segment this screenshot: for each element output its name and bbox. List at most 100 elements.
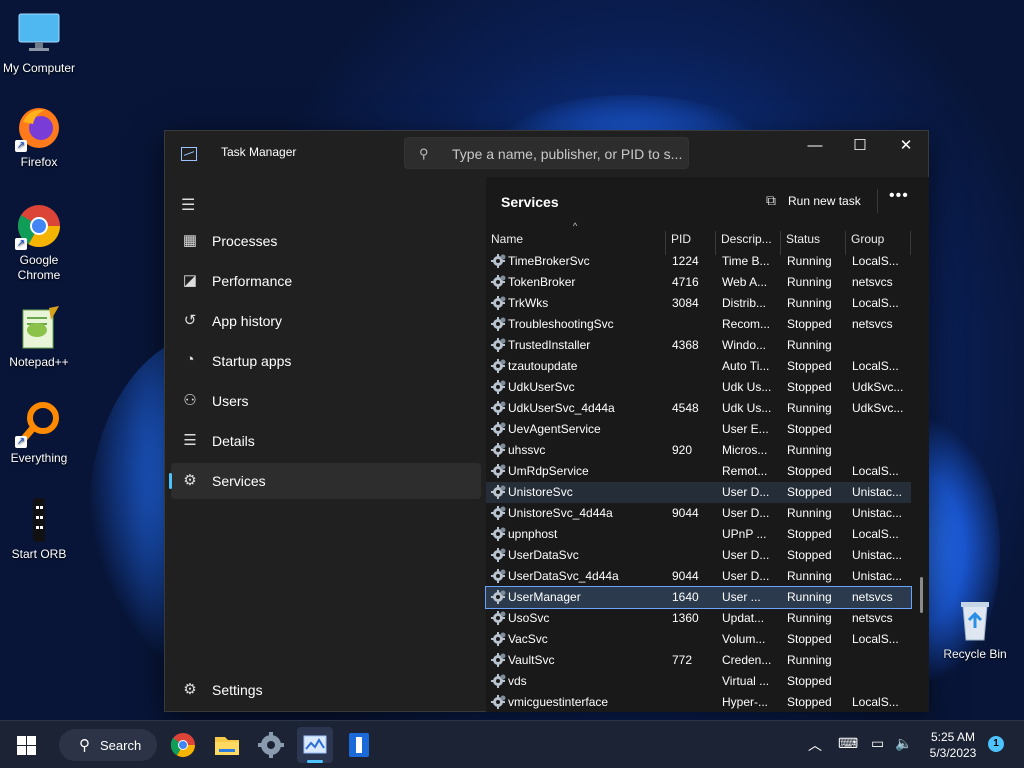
table-row[interactable]: VacSvc Volum... Stopped LocalS...	[486, 629, 911, 650]
desktop-icon-recycle-bin[interactable]: Recycle Bin	[937, 596, 1013, 661]
run-new-task-button[interactable]: ⧉ Run new task	[766, 192, 861, 214]
cell-name: tzautoupdate	[508, 359, 578, 373]
vertical-scrollbar[interactable]	[920, 577, 923, 613]
start-button[interactable]	[17, 736, 37, 756]
title-bar[interactable]: Task Manager ⚲ Type a name, publisher, o…	[165, 131, 928, 177]
cell-name: UnistoreSvc_4d44a	[508, 506, 613, 520]
show-hidden-icons-chevron-icon[interactable]: ︿	[808, 735, 822, 755]
cell-desc: Micros...	[722, 443, 768, 457]
table-row[interactable]: UserDataSvc_4d44a 9044 User D... Running Uni…	[486, 566, 911, 587]
table-row[interactable]: UevAgentService User E... Stopped	[486, 419, 911, 440]
minimize-button[interactable]: —	[792, 131, 838, 163]
table-row[interactable]: UserDataSvc User D... Stopped Unistac...	[486, 545, 911, 566]
nav-item-processes[interactable]: ▦ Processes	[171, 223, 481, 259]
service-gear-icon	[491, 632, 506, 646]
nav-item-label: Performance	[212, 273, 293, 289]
cell-desc: User D...	[722, 548, 770, 562]
cell-desc: User E...	[722, 422, 769, 436]
users-icon: ⚇	[183, 392, 197, 409]
taskbar-chrome[interactable]	[165, 727, 201, 763]
table-row[interactable]: TokenBroker 4716 Web A... Running netsvcs	[486, 272, 911, 293]
nav-item-label: Processes	[212, 233, 278, 249]
service-gear-icon	[491, 254, 506, 268]
cell-status: Stopped	[787, 527, 832, 541]
cell-desc: Distrib...	[722, 296, 767, 310]
nav-item-users[interactable]: ⚇ Users	[171, 383, 481, 419]
cell-pid: 3084	[672, 296, 699, 310]
taskbar-app[interactable]	[341, 727, 377, 763]
cell-group: Unistac...	[852, 548, 903, 562]
clock[interactable]: 5:25 AM 5/3/2023	[920, 729, 986, 761]
table-row[interactable]: UdkUserSvc Udk Us... Stopped UdkSvc...	[486, 377, 911, 398]
cell-name: TokenBroker	[508, 275, 576, 289]
cell-group: LocalS...	[852, 695, 899, 709]
maximize-button[interactable]: ☐	[837, 131, 883, 163]
desktop-icon-start-orb[interactable]: Start ORB	[1, 496, 77, 561]
desktop-icon-label: My Computer	[2, 61, 76, 75]
nav-item-label: Settings	[212, 682, 263, 698]
run-new-task-label: Run new task	[788, 194, 861, 208]
cell-status: Stopped	[787, 359, 832, 373]
volume-icon[interactable]: 🔈	[895, 735, 912, 752]
table-row[interactable]: UnistoreSvc User D... Stopped Unistac...	[486, 482, 911, 503]
cell-pid: 1224	[672, 254, 699, 268]
nav-item-settings[interactable]: ⚙ Settings	[171, 672, 481, 708]
taskbar-search-button[interactable]: ⚲ Search	[59, 729, 157, 761]
hamburger-menu-icon[interactable]: ☰	[181, 195, 195, 215]
taskbar-settings[interactable]	[253, 727, 289, 763]
desktop-icon-notepadpp[interactable]: Notepad++	[1, 304, 77, 369]
nav-item-app-history[interactable]: ↺ App history	[171, 303, 481, 339]
service-gear-icon	[491, 485, 506, 499]
nav-item-performance[interactable]: ◪ Performance	[171, 263, 481, 299]
nav-item-details[interactable]: ☰ Details	[171, 423, 481, 459]
table-row[interactable]: TrkWks 3084 Distrib... Running LocalS...	[486, 293, 911, 314]
more-options-button[interactable]: •••	[889, 187, 909, 205]
service-gear-icon	[491, 464, 506, 478]
taskbar-task-manager[interactable]	[297, 727, 333, 763]
table-row[interactable]: UserManager 1640 User ... Running netsvcs	[485, 586, 912, 609]
cell-desc: Udk Us...	[722, 380, 772, 394]
desktop-icon-chrome[interactable]: ↗ Google Chrome	[1, 202, 77, 283]
taskbar-file-explorer[interactable]	[209, 727, 245, 763]
service-gear-icon	[491, 506, 506, 520]
cell-desc: Time B...	[722, 254, 770, 268]
table-row[interactable]: TroubleshootingSvc Recom... Stopped netsvcs	[486, 314, 911, 335]
cell-pid: 9044	[672, 569, 699, 583]
nav-item-services[interactable]: ⚙ Services	[169, 463, 481, 499]
desktop-icon-everything[interactable]: ↗ Everything	[1, 400, 77, 465]
table-row[interactable]: upnphost UPnP ... Stopped LocalS...	[486, 524, 911, 545]
service-gear-icon	[491, 548, 506, 562]
table-row[interactable]: TrustedInstaller 4368 Windo... Running	[486, 335, 911, 356]
cell-name: UserDataSvc_4d44a	[508, 569, 619, 583]
table-row[interactable]: UdkUserSvc_4d44a 4548 Udk Us... Running UdkS…	[486, 398, 911, 419]
cell-group: Unistac...	[852, 569, 903, 583]
table-row[interactable]: vmicguestinterface Hyper-... Stopped LocalS…	[486, 692, 911, 713]
cell-group: LocalS...	[852, 359, 899, 373]
cell-pid: 1360	[672, 611, 699, 625]
keyboard-icon[interactable]: ⌨	[838, 735, 858, 752]
table-row[interactable]: UsoSvc 1360 Updat... Running netsvcs	[486, 608, 911, 629]
table-row[interactable]: vds Virtual ... Stopped	[486, 671, 911, 692]
cell-name: UevAgentService	[508, 422, 601, 436]
network-icon[interactable]: ▭	[871, 735, 884, 752]
service-gear-icon	[491, 611, 506, 625]
cell-desc: Hyper-...	[722, 695, 769, 709]
table-row[interactable]: uhssvc 920 Micros... Running	[486, 440, 911, 461]
table-row[interactable]: VaultSvc 772 Creden... Running	[486, 650, 911, 671]
desktop-icon-firefox[interactable]: ↗ Firefox	[1, 104, 77, 169]
cell-name: UdkUserSvc_4d44a	[508, 401, 615, 415]
table-row[interactable]: TimeBrokerSvc 1224 Time B... Running LocalS.…	[486, 251, 911, 272]
table-row[interactable]: UmRdpService Remot... Stopped LocalS...	[486, 461, 911, 482]
close-button[interactable]: ✕	[883, 131, 929, 163]
desktop-icon-my-computer[interactable]: My Computer	[1, 10, 77, 75]
cell-name: UmRdpService	[508, 464, 589, 478]
table-row[interactable]: UnistoreSvc_4d44a 9044 User D... Running Uni…	[486, 503, 911, 524]
cell-pid: 4368	[672, 338, 699, 352]
cell-name: VaultSvc	[508, 653, 555, 667]
table-row[interactable]: tzautoupdate Auto Ti... Stopped LocalS...	[486, 356, 911, 377]
cell-desc: Web A...	[722, 275, 768, 289]
nav-item-startup-apps[interactable]: ◔ Startup apps	[171, 343, 481, 379]
search-input[interactable]: ⚲ Type a name, publisher, or PID to s...	[404, 137, 689, 169]
cell-group: netsvcs	[852, 590, 893, 604]
notification-badge[interactable]: 1	[988, 736, 1004, 752]
